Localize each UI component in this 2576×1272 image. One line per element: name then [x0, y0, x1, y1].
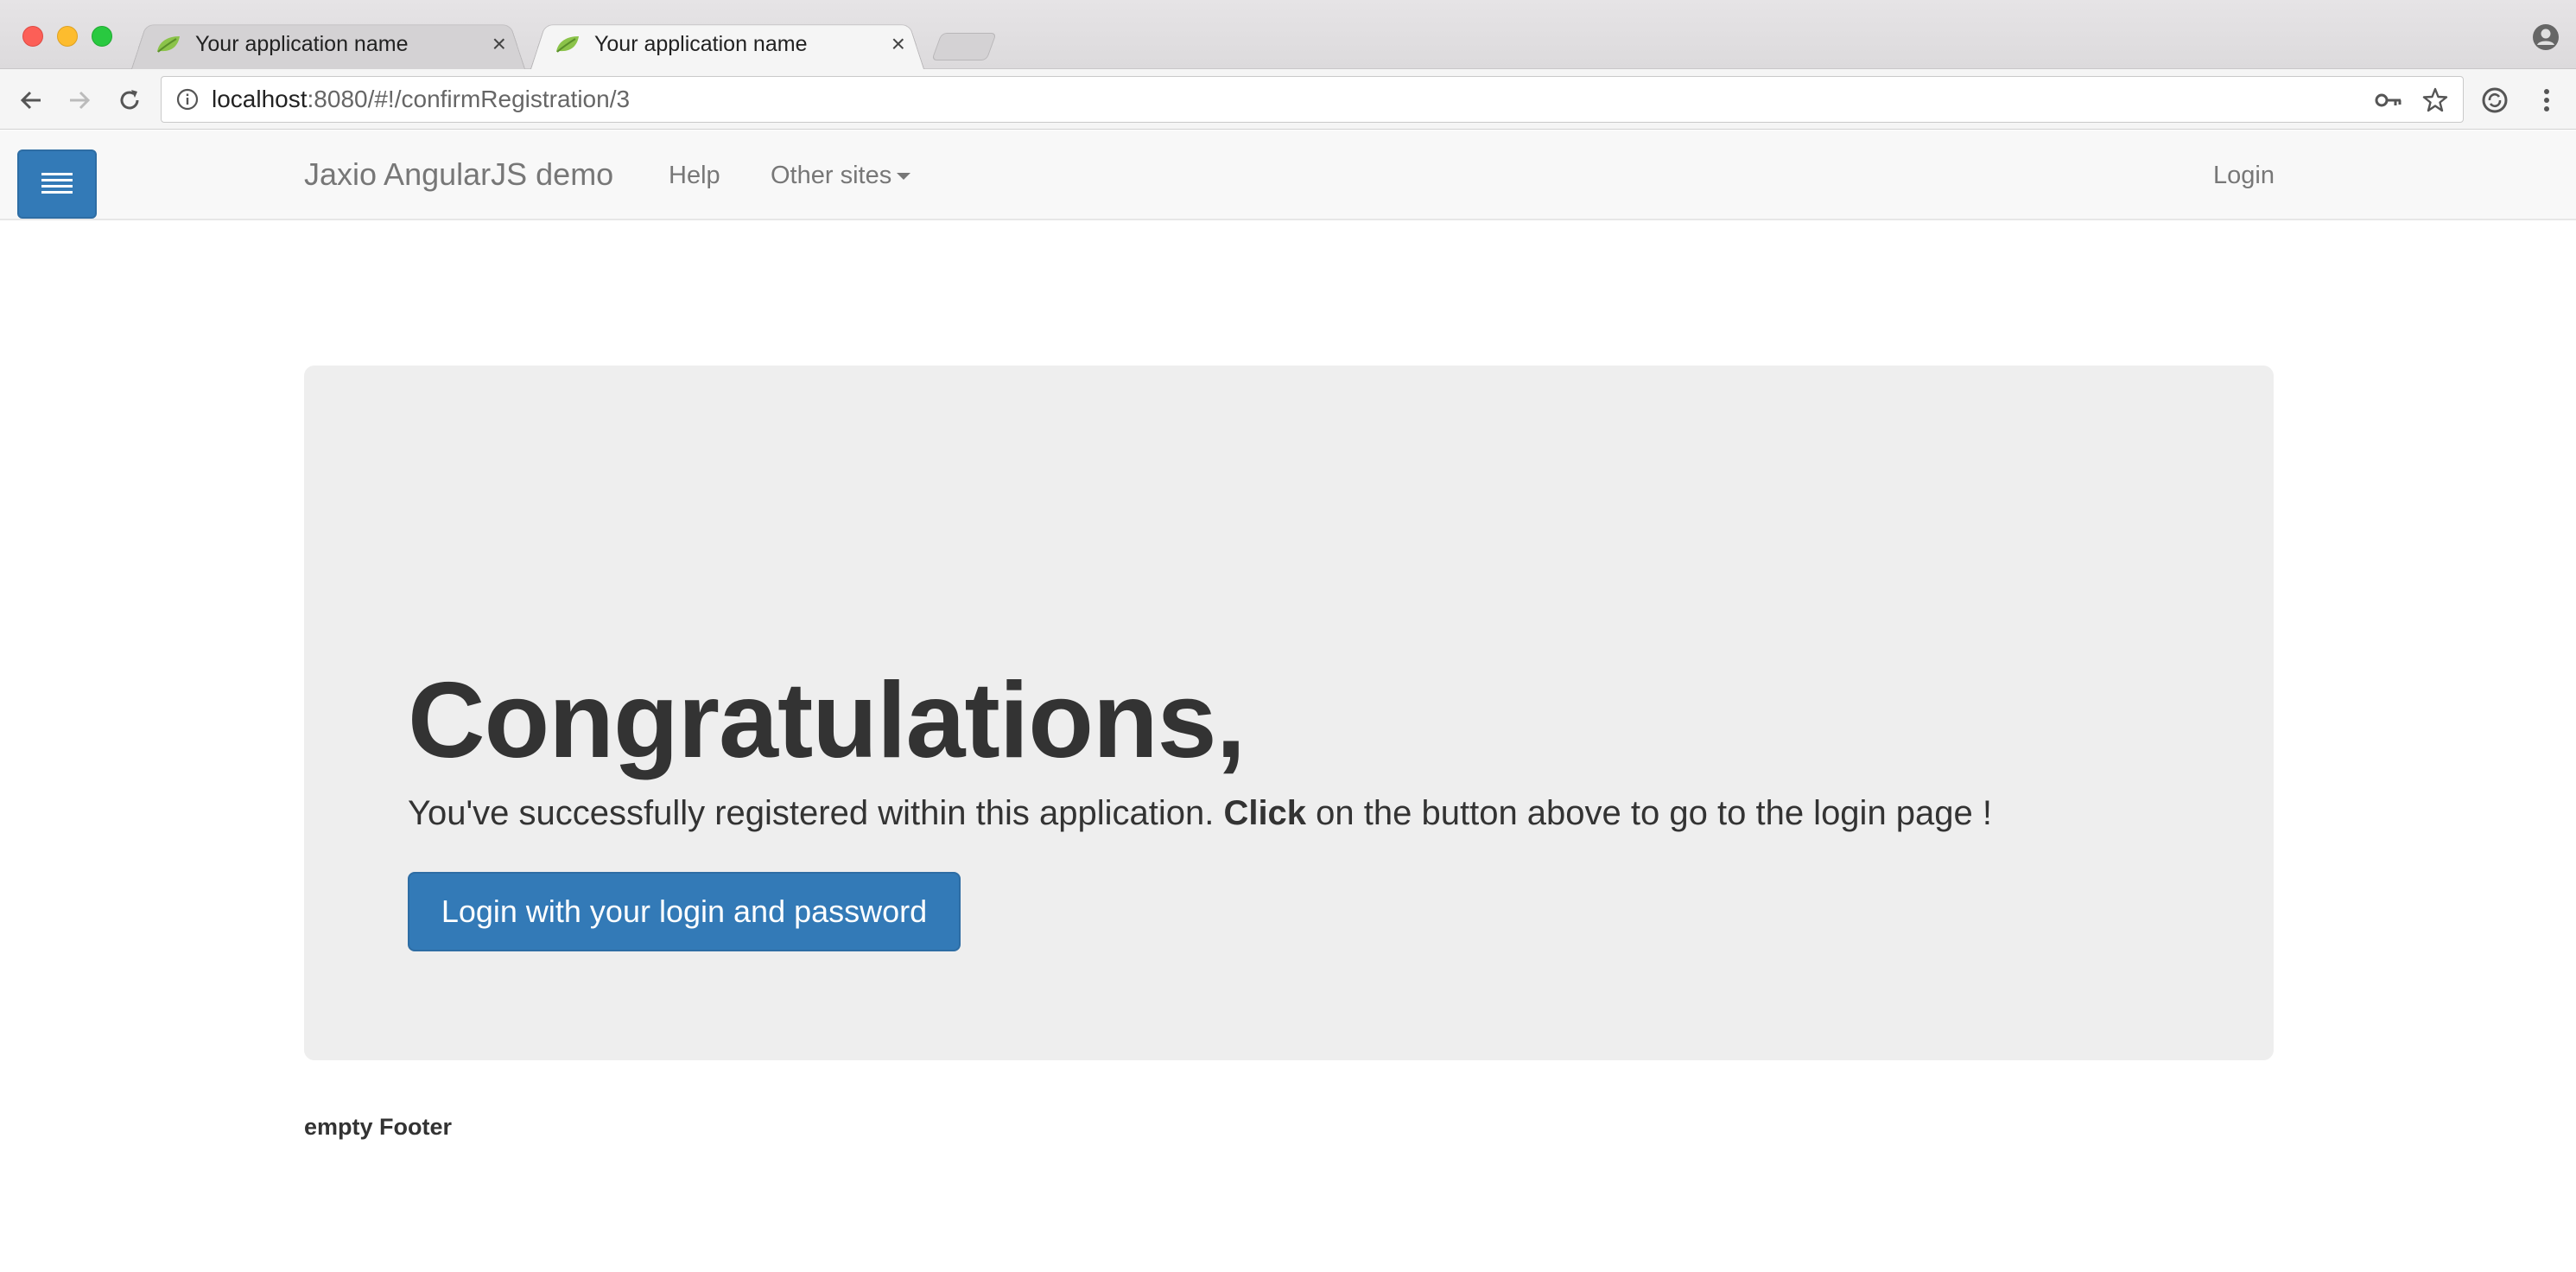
nav-link-help[interactable]: Help [669, 162, 720, 190]
tab-close-icon[interactable]: × [492, 30, 506, 58]
more-vertical-icon [2544, 89, 2549, 111]
login-button[interactable]: Login with your login and password [408, 872, 961, 951]
browser-toolbar: localhost:8080/#!/confirmRegistration/3 [0, 69, 2576, 130]
sync-extension-button[interactable] [2478, 83, 2512, 118]
arrow-left-icon [20, 91, 41, 110]
bookmark-star-icon[interactable] [2418, 86, 2452, 115]
profile-icon[interactable] [2531, 22, 2560, 52]
tab-title: Your application name [594, 31, 808, 56]
browser-titlebar: Your application name × Your application… [0, 0, 2576, 69]
reload-button[interactable] [112, 83, 147, 118]
forward-button[interactable] [62, 83, 97, 118]
navbar-brand[interactable]: Jaxio AngularJS demo [304, 156, 613, 193]
info-icon[interactable] [175, 87, 200, 111]
tab-close-icon[interactable]: × [891, 30, 905, 58]
hamburger-menu-icon [41, 173, 73, 194]
maximize-window-button[interactable] [92, 26, 112, 47]
minimize-window-button[interactable] [57, 26, 78, 47]
nav-dropdown-label: Other sites [771, 162, 892, 189]
address-bar[interactable]: localhost:8080/#!/confirmRegistration/3 [161, 76, 2464, 123]
leaf-favicon-icon [157, 36, 180, 53]
browser-tab-1[interactable]: Your application name × [131, 19, 525, 69]
back-button[interactable] [14, 83, 48, 118]
browser-tab-2[interactable]: Your application name × [530, 19, 924, 69]
nav-dropdown-other-sites[interactable]: Other sites [771, 162, 911, 190]
web-page: Jaxio AngularJS demo Help Other sites Lo… [0, 130, 2576, 1272]
app-navbar: Jaxio AngularJS demo Help Other sites Lo… [0, 130, 2576, 220]
page-title: Congratulations, [408, 661, 1246, 780]
caret-down-icon [897, 173, 911, 181]
close-window-button[interactable] [22, 26, 43, 47]
jumbotron-message: You've successfully registered within th… [408, 794, 1993, 832]
menu-toggle-button[interactable] [17, 149, 97, 219]
key-icon[interactable] [2371, 86, 2406, 115]
new-tab-button[interactable] [931, 33, 997, 60]
jumbotron: Congratulations, You've successfully reg… [304, 366, 2274, 1060]
reload-icon [120, 90, 139, 110]
browser-menu-button[interactable] [2529, 83, 2564, 118]
leaf-favicon-icon [556, 36, 579, 53]
nav-link-login[interactable]: Login [2213, 162, 2275, 190]
arrow-right-icon [70, 91, 91, 110]
sync-icon [2482, 87, 2508, 113]
url-text: localhost:8080/#!/confirmRegistration/3 [212, 86, 631, 112]
page-footer: empty Footer [304, 1114, 453, 1140]
tab-title: Your application name [195, 31, 409, 56]
